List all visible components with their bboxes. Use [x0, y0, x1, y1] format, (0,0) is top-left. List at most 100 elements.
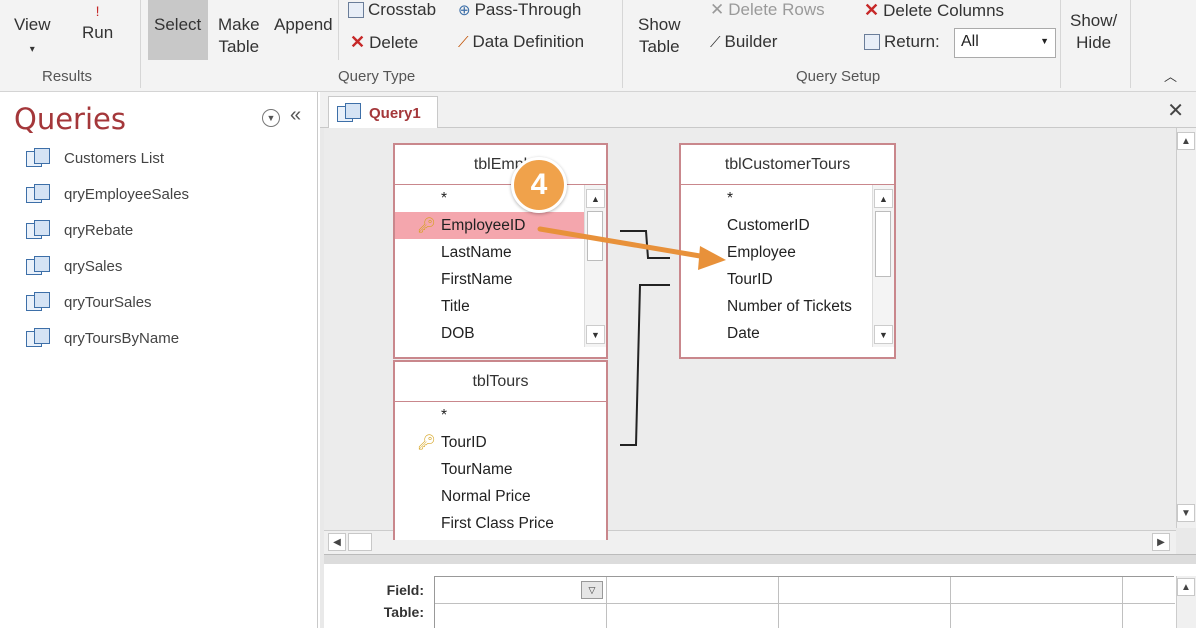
table-title[interactable]: tblEmpl [395, 145, 606, 185]
field-item[interactable]: LastName [395, 239, 606, 266]
delete-rows-button[interactable]: ✕ Delete Rows [710, 0, 825, 20]
delete-columns-label: Delete Columns [883, 0, 1005, 20]
collapse-pane-icon[interactable]: « [290, 104, 301, 127]
close-icon[interactable]: ✕ [1167, 98, 1184, 123]
scroll-up-icon[interactable]: ▲ [586, 189, 605, 208]
field-item[interactable]: Title [395, 293, 606, 320]
globe-icon: ⊕ [458, 2, 471, 19]
wand-icon: ⟋ [710, 33, 721, 51]
key-icon: 🔑︎ [417, 434, 437, 451]
nav-menu-icon[interactable]: ▼ [262, 109, 280, 127]
table-title[interactable]: tblTours [395, 362, 606, 402]
scroll-right-icon[interactable]: ▶ [1152, 533, 1170, 551]
scroll-up-icon[interactable]: ▲ [1177, 132, 1195, 150]
query-icon [26, 220, 50, 240]
field-list-scrollbar[interactable]: ▲ ▼ [584, 185, 606, 347]
select-button[interactable]: Select [148, 0, 208, 60]
return-dropdown[interactable]: All ▼ [954, 28, 1056, 58]
append-button[interactable]: Append [274, 14, 333, 36]
scrollbar-thumb[interactable] [875, 211, 891, 277]
show-hide-button[interactable]: Show/ Hide [1070, 10, 1117, 54]
builder-button[interactable]: ⟋ Builder [710, 32, 777, 52]
return-field: Return: [864, 32, 940, 52]
run-label: Run [82, 23, 114, 42]
delete-icon: ✕ [350, 32, 366, 52]
design-grid[interactable]: ▽ [434, 576, 1175, 628]
field-list: * CustomerID Employee TourID Number of T… [681, 185, 894, 347]
builder-label: Builder [724, 32, 778, 51]
field-item[interactable]: First Class Price [395, 510, 606, 537]
table-window-employees[interactable]: tblEmpl * 🔑︎ EmployeeID LastName FirstNa… [393, 143, 608, 359]
nav-item-qrytoursales[interactable]: qryTourSales [26, 288, 152, 316]
show-table-button[interactable]: Show Table [638, 14, 681, 58]
run-button[interactable]: ! Run [82, 0, 113, 44]
grid-row-divider [435, 603, 1175, 604]
ribbon-separator [140, 0, 141, 88]
nav-item-qrytoursbyname[interactable]: qryToursByName [26, 324, 179, 352]
field-item-selected[interactable]: 🔑︎ EmployeeID [395, 212, 606, 239]
nav-item-label: qryEmployeeSales [64, 185, 190, 203]
nav-item-qryrebate[interactable]: qryRebate [26, 216, 133, 244]
field-item[interactable]: CustomerID [681, 212, 894, 239]
query-icon [26, 184, 50, 204]
view-label: View [14, 15, 51, 34]
nav-item-label: Customers List [64, 149, 165, 167]
make-table-button[interactable]: Make Table [218, 14, 260, 58]
field-item[interactable]: Employee [681, 239, 894, 266]
field-list-scrollbar[interactable]: ▲ ▼ [872, 185, 894, 347]
query-icon [26, 256, 50, 276]
chevron-down-icon: ▼ [1040, 36, 1049, 46]
data-definition-button[interactable]: ⟋ Data Definition [458, 32, 584, 52]
delete-columns-button[interactable]: ✕ Delete Columns [864, 0, 1004, 21]
table-window-customer-tours[interactable]: tblCustomerTours * CustomerID Employee T… [679, 143, 896, 359]
delete-label: Delete [369, 32, 419, 52]
ribbon: View ▾ ! Run Results Select Make Table A… [0, 0, 1196, 92]
pane-splitter[interactable] [324, 554, 1196, 564]
ribbon-separator [622, 0, 623, 88]
field-item[interactable]: Date [681, 320, 894, 347]
view-button[interactable]: View ▾ [14, 14, 51, 61]
nav-item-label: qryToursByName [64, 329, 180, 347]
field-item[interactable]: TourID [681, 266, 894, 293]
field-item[interactable]: Normal Price [395, 483, 606, 510]
vertical-scrollbar[interactable]: ▲ ▼ [1176, 128, 1196, 528]
return-icon [864, 34, 880, 50]
field-item[interactable]: FirstName [395, 266, 606, 293]
delete-columns-icon: ✕ [864, 0, 880, 20]
nav-item-customers-list[interactable]: Customers List [26, 144, 164, 172]
scrollbar-thumb[interactable] [348, 533, 372, 551]
nav-item-qrysales[interactable]: qrySales [26, 252, 122, 280]
scroll-down-icon[interactable]: ▼ [1177, 504, 1195, 522]
field-list: * 🔑︎ EmployeeID LastName FirstName Title… [395, 185, 606, 347]
field-item-key[interactable]: 🔑︎ TourID [395, 429, 606, 456]
field-item[interactable]: * [681, 185, 894, 212]
collapse-ribbon-icon[interactable]: ︿ [1164, 66, 1177, 88]
field-item[interactable]: Number of Tickets [681, 293, 894, 320]
grid-scrollbar[interactable]: ▲ [1176, 576, 1196, 628]
scroll-up-icon[interactable]: ▲ [1177, 578, 1195, 596]
scrollbar-thumb[interactable] [587, 211, 603, 261]
table-title[interactable]: tblCustomerTours [681, 145, 894, 185]
pass-through-button[interactable]: ⊕ Pass-Through [458, 0, 581, 20]
field-item[interactable]: DOB [395, 320, 606, 347]
delete-query-button[interactable]: ✕ Delete [350, 32, 418, 53]
field-item[interactable]: * [395, 185, 606, 212]
query-icon [26, 292, 50, 312]
field-item[interactable]: * [395, 402, 606, 429]
table-window-tours[interactable]: tblTours * 🔑︎ TourID TourName Normal Pri… [393, 360, 608, 540]
tab-query1[interactable]: Query1 [328, 96, 438, 129]
query-icon [26, 328, 50, 348]
query-design-grid: Field: Table: ▽ ▲ [324, 564, 1196, 628]
crosstab-icon [348, 2, 364, 18]
field-dropdown-icon[interactable]: ▽ [581, 581, 603, 599]
scroll-down-icon[interactable]: ▼ [586, 325, 605, 344]
scroll-up-icon[interactable]: ▲ [874, 189, 893, 208]
scroll-left-icon[interactable]: ◀ [328, 533, 346, 551]
ribbon-separator [1060, 0, 1061, 88]
nav-item-qryemployeesales[interactable]: qryEmployeeSales [26, 180, 189, 208]
select-label: Select [154, 15, 202, 34]
crosstab-button[interactable]: Crosstab [348, 0, 436, 20]
delete-rows-label: Delete Rows [728, 0, 825, 19]
field-item[interactable]: TourName [395, 456, 606, 483]
scroll-down-icon[interactable]: ▼ [874, 325, 893, 344]
